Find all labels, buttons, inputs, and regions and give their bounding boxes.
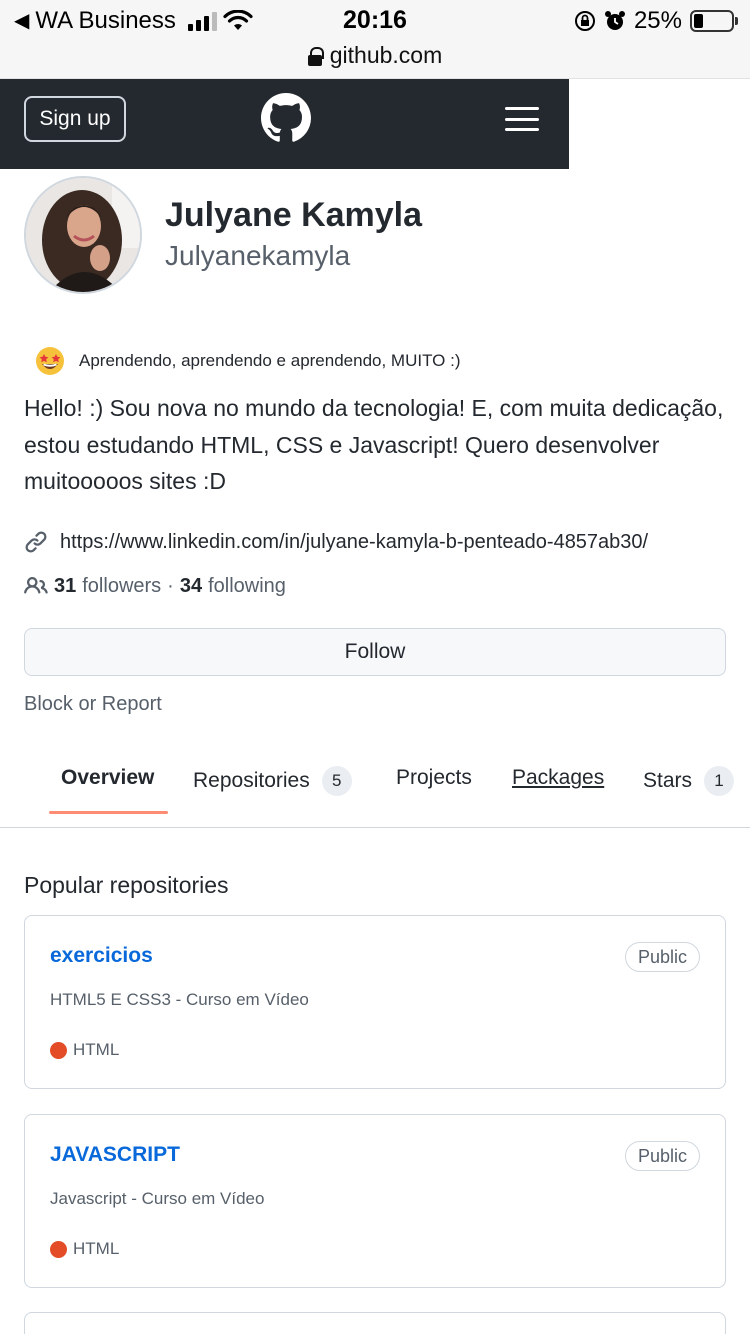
following-label[interactable]: following [208,575,286,598]
tab-label: Stars [643,769,693,792]
github-header: Sign up [0,79,569,169]
link-url[interactable]: https://www.linkedin.com/in/julyane-kamy… [60,531,648,554]
battery-icon [690,10,738,32]
tab-repositories[interactable]: Repositories 5 [193,766,352,796]
profile-link[interactable]: https://www.linkedin.com/in/julyane-kamy… [24,530,648,554]
browser-url-bar[interactable]: github.com [0,40,750,79]
profile-tabs: Overview Repositories 5 Projects Package… [0,750,750,828]
star-struck-emoji-icon [36,347,64,375]
tab-label: Packages [512,766,605,789]
tab-label: Projects [396,766,472,789]
followers-label[interactable]: followers [82,575,161,598]
popular-repositories-title: Popular repositories [24,872,229,898]
profile-bio: Hello! :) Sou nova no mundo da tecnologi… [24,395,724,494]
tab-stars[interactable]: Stars 1 [643,766,735,796]
following-count[interactable]: 34 [180,575,202,598]
active-tab-indicator [49,811,168,814]
repo-description: Javascript - Curso em Vídeo [50,1189,265,1208]
tab-label: Repositories [193,769,310,792]
sign-up-button[interactable]: Sign up [24,96,126,142]
follow-button[interactable]: Follow [24,628,726,676]
alarm-icon [604,11,625,30]
language-color-dot [50,1240,67,1258]
repo-card: JAVASCRIPT Public Javascript - Curso em … [24,1114,726,1288]
orientation-lock-icon [574,11,595,31]
github-logo-icon[interactable] [261,93,311,143]
repo-language: HTML [50,1040,119,1060]
status-text: Aprendendo, aprendendo e aprendendo, MUI… [79,351,461,370]
ios-status-bar: ◀ WA Business 20:16 25% [0,0,750,40]
lock-icon [307,46,324,66]
repo-card: exercicios Public HTML5 E CSS3 - Curso e… [24,915,726,1089]
block-report-link[interactable]: Block or Report [24,693,162,716]
people-icon [24,576,48,594]
followers-count[interactable]: 31 [54,575,76,598]
visibility-badge: Public [624,1141,700,1171]
profile-username: Julyanekamyla [165,240,351,271]
separator-dot: · [167,574,174,597]
visibility-badge: Public [624,942,700,972]
tab-projects[interactable]: Projects [396,766,472,790]
language-name: HTML [73,1239,120,1258]
repo-card-partial [24,1312,726,1334]
link-icon [25,531,47,553]
url-text: github.com [329,42,443,68]
tab-label: Overview [61,766,155,789]
repo-name-link[interactable]: exercicios [50,944,153,968]
repo-name-link[interactable]: JAVASCRIPT [50,1143,180,1167]
user-status: Aprendendo, aprendendo e aprendendo, MUI… [35,346,461,376]
language-color-dot [50,1041,67,1059]
stars-counter: 1 [704,766,735,796]
profile-name: Julyane Kamyla [165,196,423,234]
battery-percent: 25% [633,7,682,34]
tab-overview[interactable]: Overview [61,766,154,790]
tab-packages[interactable]: Packages [512,766,604,790]
avatar[interactable] [24,176,142,294]
menu-icon[interactable] [505,107,539,131]
repo-language: HTML [50,1239,119,1259]
language-name: HTML [73,1040,120,1059]
repo-description: HTML5 E CSS3 - Curso em Vídeo [50,990,309,1009]
repositories-counter: 5 [321,766,352,796]
followers-row: 31 followers · 34 following [24,574,286,598]
